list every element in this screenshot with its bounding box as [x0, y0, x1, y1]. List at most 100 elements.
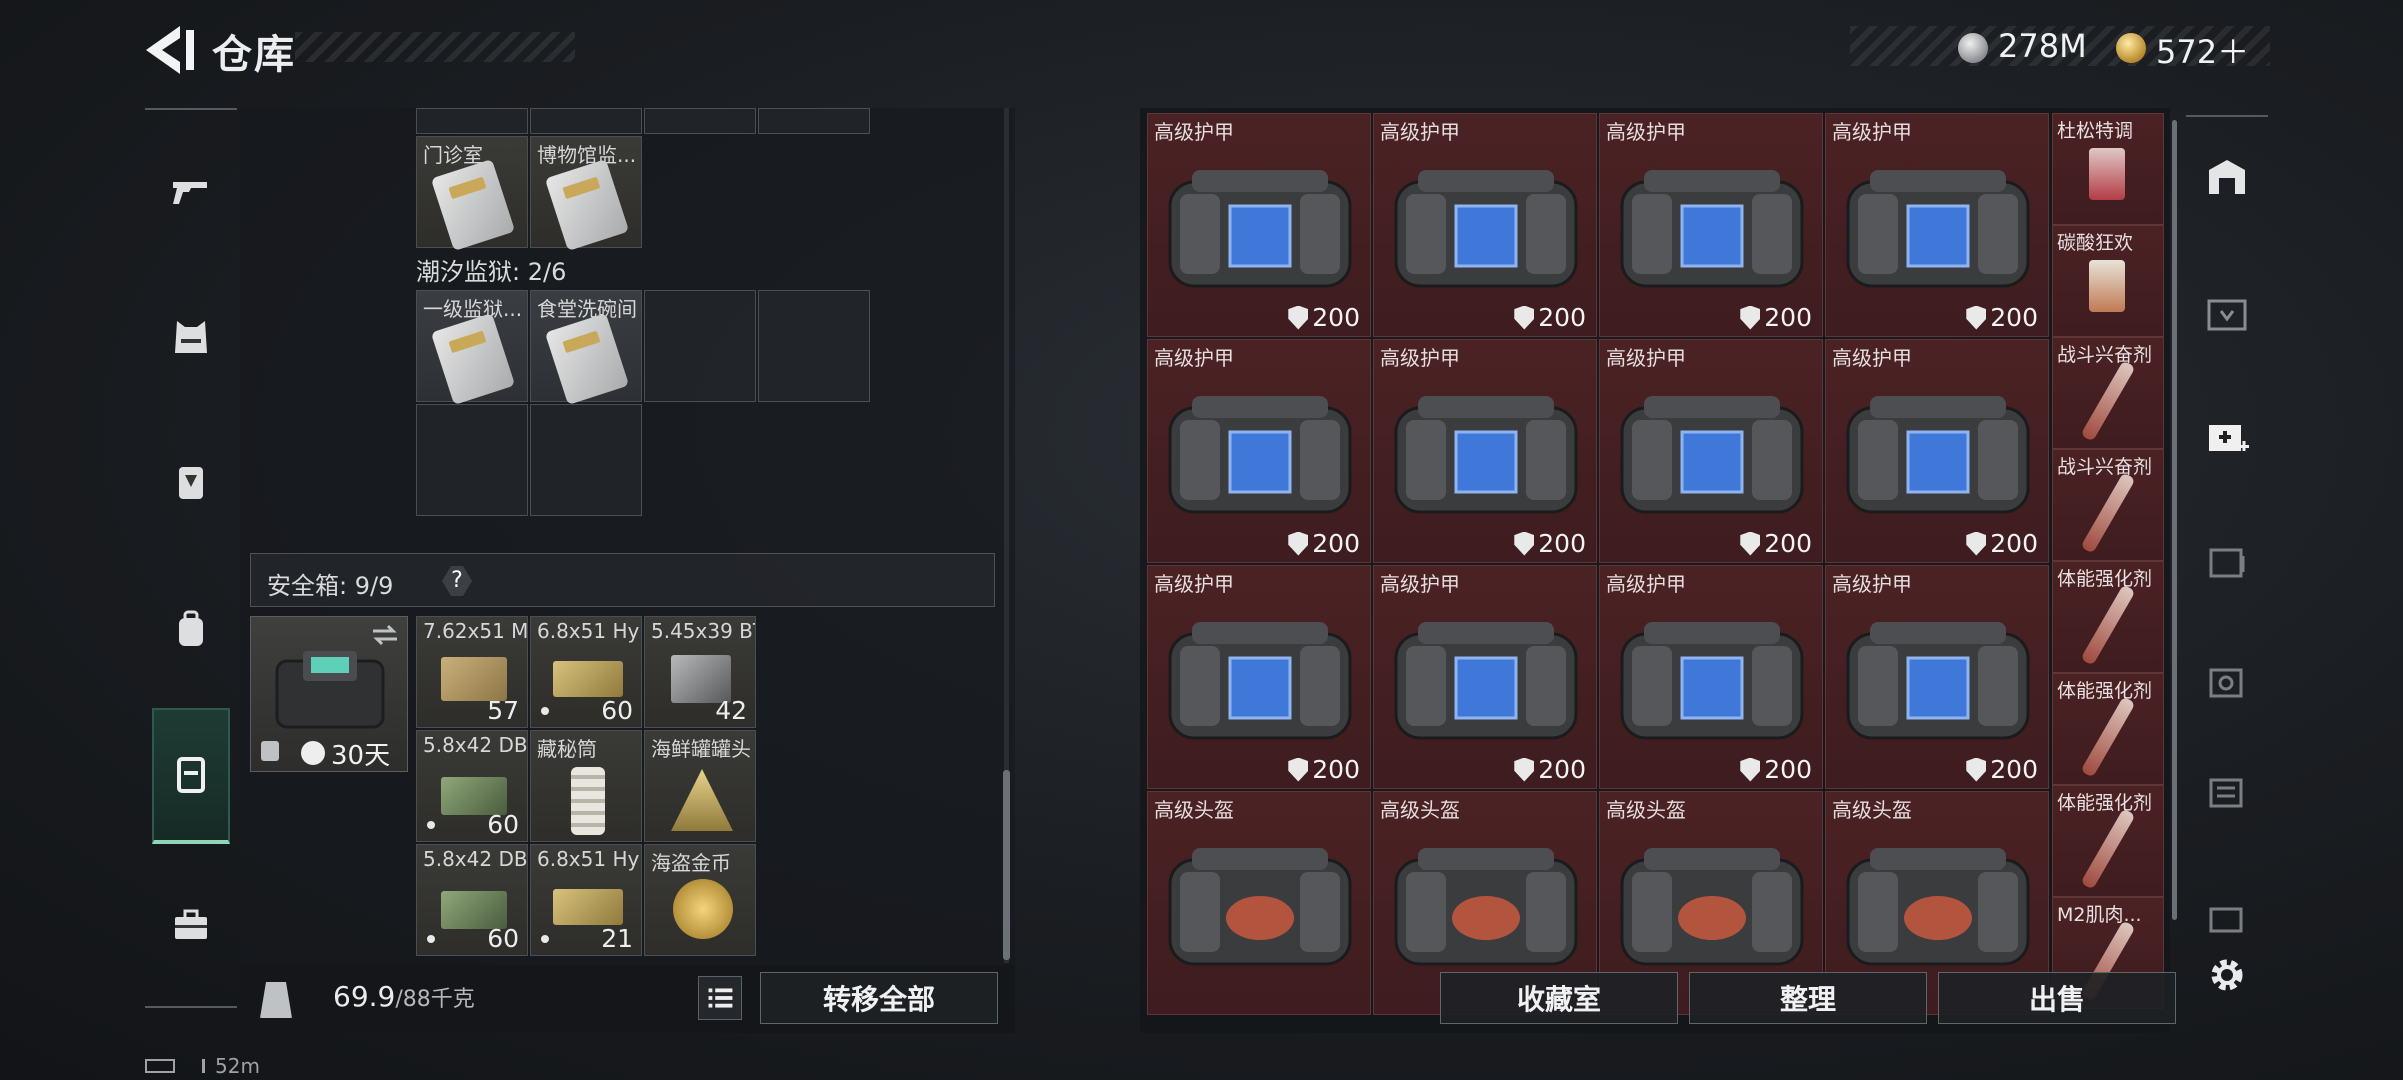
sort-button[interactable]: 整理 — [1689, 972, 1927, 1024]
consumable-item[interactable]: 体能强化剂 — [2052, 785, 2164, 897]
armor-item[interactable]: 高级护甲 200 — [1825, 339, 2049, 563]
armor-item[interactable]: 高级护甲 200 — [1599, 339, 1823, 563]
helmet-item[interactable]: 高级头盔 — [1147, 791, 1371, 1015]
keycard-icon — [430, 312, 516, 406]
rnav-case-iv[interactable] — [2192, 515, 2262, 605]
nav-backpack[interactable] — [152, 585, 230, 675]
list-view-button[interactable] — [698, 976, 742, 1020]
armor-case-icon — [1394, 622, 1578, 740]
swap-icon[interactable] — [369, 623, 401, 647]
safebox-slot[interactable]: 30天 — [250, 616, 408, 772]
empty-slot[interactable] — [644, 290, 756, 402]
sell-button[interactable]: 出售 — [1938, 972, 2176, 1024]
gear-icon — [2211, 959, 2243, 991]
shield-icon — [1740, 305, 1761, 330]
consumable-item[interactable]: 杜松特调 — [2052, 113, 2164, 225]
stash-icon — [2209, 160, 2245, 194]
durability-number: 200 — [1764, 303, 1812, 332]
empty-slot[interactable] — [758, 290, 870, 402]
rnav-case-iv-2[interactable] — [2192, 745, 2262, 835]
clock-icon — [301, 741, 325, 765]
battery-icon — [145, 1059, 175, 1073]
item-label: 5.8x42 DBP10 — [423, 733, 527, 757]
consumable-item[interactable]: 战斗兴奋剂 — [2052, 337, 2164, 449]
back-button[interactable] — [140, 22, 200, 78]
consumable-item[interactable]: 体能强化剂 — [2052, 561, 2164, 673]
armor-item[interactable]: 高级护甲 200 — [1599, 565, 1823, 789]
durability-value: 200 — [1740, 755, 1812, 784]
ammo-box-icon — [553, 661, 623, 697]
nav-chest-rig[interactable] — [152, 292, 230, 382]
ammo-item[interactable]: 5.8x42 DBP10 60 — [416, 730, 528, 842]
transfer-all-button[interactable]: 转移全部 — [760, 972, 998, 1024]
rnav-stash[interactable] — [2192, 133, 2262, 223]
vest-icon — [175, 321, 207, 353]
item-label: 战斗兴奋剂 — [2057, 456, 2153, 478]
keycard-item[interactable]: 食堂洗碗间 — [530, 290, 642, 406]
armor-item[interactable]: 高级护甲 200 — [1825, 565, 2049, 789]
armor-item[interactable]: 高级护甲 200 — [1147, 339, 1371, 563]
nav-safebox[interactable] — [152, 708, 230, 844]
case-icon — [2209, 548, 2245, 578]
rnav-medical-case[interactable] — [2192, 390, 2262, 480]
armor-case-icon — [1168, 622, 1352, 740]
ammo-item[interactable]: 5.45x39 BT 42 — [644, 616, 756, 728]
armor-case-icon — [1168, 396, 1352, 514]
durability-value: 200 — [1514, 755, 1586, 784]
armor-item[interactable]: 高级护甲 200 — [1147, 565, 1371, 789]
ammo-item[interactable]: 6.8x51 Hybrid 21 — [530, 844, 642, 956]
helmet-case-icon — [1620, 848, 1804, 966]
shield-icon — [1966, 531, 1987, 556]
armor-item[interactable]: 高级护甲 200 — [1599, 113, 1823, 337]
armor-item[interactable]: 高级护甲 200 — [1373, 113, 1597, 337]
pirate-coin-item[interactable]: 海盗金币 — [644, 844, 756, 956]
grid-cell[interactable] — [530, 108, 642, 134]
armor-item[interactable]: 高级护甲 200 — [1373, 339, 1597, 563]
backpack-icon — [179, 610, 203, 646]
container-scrollbar[interactable] — [2172, 120, 2177, 920]
nav-armor[interactable] — [152, 438, 230, 528]
weight-max: /88千克 — [395, 987, 475, 1012]
rnav-case-1[interactable] — [2192, 268, 2262, 358]
item-label: 高级头盔 — [1832, 798, 1912, 822]
keycard-item[interactable]: 一级监狱... — [416, 290, 528, 406]
armor-item[interactable]: 高级护甲 200 — [1825, 113, 2049, 337]
keycard-item[interactable]: 门诊室 — [416, 136, 528, 252]
consumable-item[interactable]: 体能强化剂 — [2052, 673, 2164, 785]
settings-button[interactable] — [2192, 930, 2262, 1020]
shield-icon — [1966, 757, 1987, 782]
rnav-case-v[interactable] — [2192, 635, 2262, 725]
list-icon — [708, 988, 733, 1008]
ammo-item[interactable]: 6.8x51 Hybrid 60 — [530, 616, 642, 728]
hidden-tube-item[interactable]: 藏秘筒 — [530, 730, 642, 842]
nav-toolbox[interactable] — [152, 880, 230, 970]
nav-weapons[interactable] — [152, 145, 230, 235]
case-icon — [2207, 299, 2247, 331]
grid-cell[interactable] — [758, 108, 870, 134]
item-label: 高级护甲 — [1832, 572, 1912, 596]
ammo-item[interactable]: 7.62x51 M80 57 — [416, 616, 528, 728]
item-label: 高级护甲 — [1606, 120, 1686, 144]
durability-value: 200 — [1966, 755, 2038, 784]
empty-slot[interactable] — [416, 404, 528, 516]
canned-food-item[interactable]: 海鲜罐罐头 — [644, 730, 756, 842]
armor-case-icon — [1394, 396, 1578, 514]
consumable-item[interactable]: 战斗兴奋剂 — [2052, 449, 2164, 561]
armor-case-icon — [1620, 622, 1804, 740]
keycard-item[interactable]: 博物馆监... — [530, 136, 642, 252]
grid-cell[interactable] — [416, 108, 528, 134]
empty-slot[interactable] — [530, 404, 642, 516]
ammo-item[interactable]: 5.8x42 DBP10 60 — [416, 844, 528, 956]
collection-room-button[interactable]: 收藏室 — [1440, 972, 1678, 1024]
durability-value: 200 — [1288, 755, 1360, 784]
armor-item[interactable]: 高级护甲 200 — [1373, 565, 1597, 789]
consumable-item[interactable]: 碳酸狂欢 — [2052, 225, 2164, 337]
armor-case-icon — [1620, 170, 1804, 288]
inventory-scrollbar-thumb[interactable] — [1003, 770, 1010, 960]
gold-currency-value[interactable]: 572＋ — [2156, 27, 2249, 73]
grid-cell[interactable] — [644, 108, 756, 134]
title-decoration — [295, 32, 575, 62]
armor-item[interactable]: 高级护甲 200 — [1147, 113, 1371, 337]
silver-coin-icon — [1958, 33, 1988, 63]
item-label: 杜松特调 — [2057, 120, 2134, 142]
